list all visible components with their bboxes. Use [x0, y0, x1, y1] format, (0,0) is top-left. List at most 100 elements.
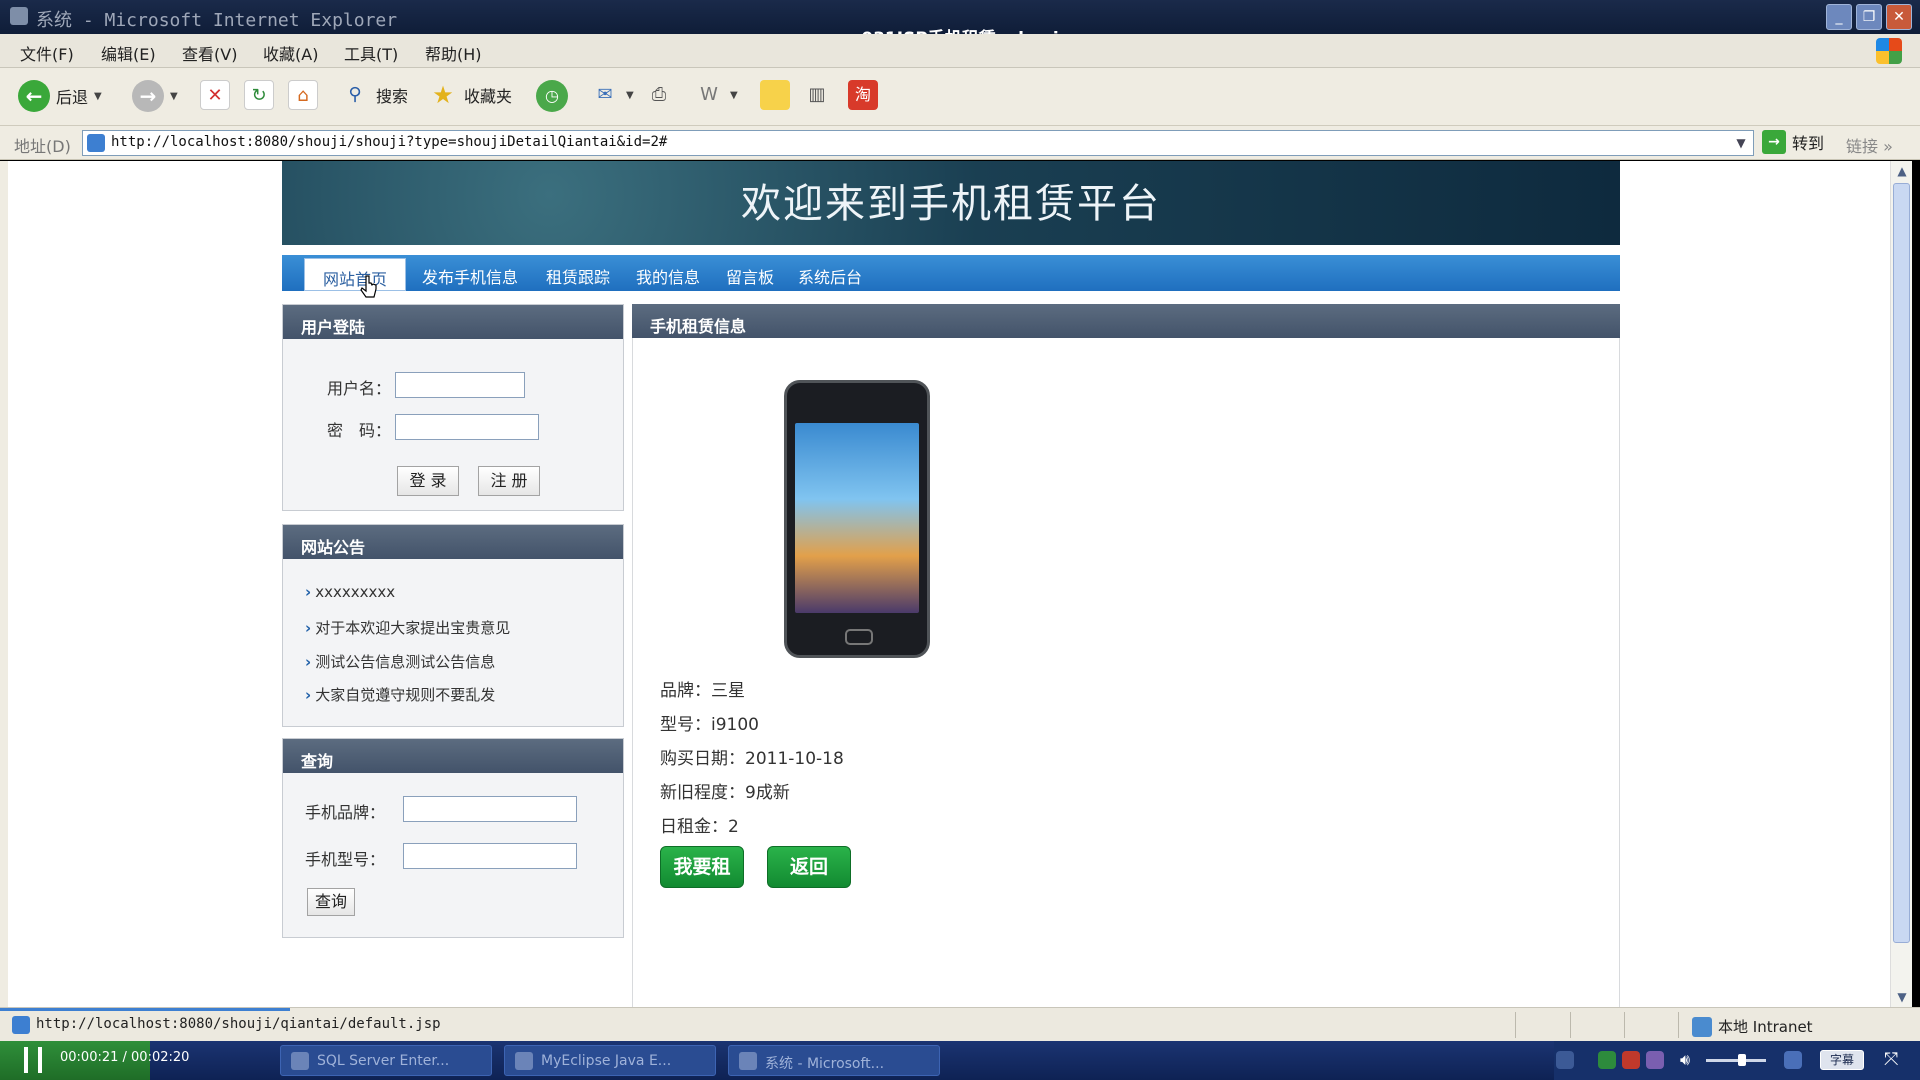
scroll-down-icon[interactable]: ▼ — [1891, 987, 1913, 1007]
detail-daily-rent: 日租金：2 — [660, 817, 739, 837]
notice-item[interactable]: › 测试公告信息测试公告信息 — [305, 651, 495, 672]
history-button[interactable]: ◷ — [536, 80, 568, 112]
mail-dropdown-icon[interactable]: ▼ — [626, 90, 634, 101]
tray-messenger-icon[interactable] — [1646, 1051, 1664, 1069]
scroll-up-icon[interactable]: ▲ — [1891, 161, 1913, 181]
query-title: 查询 — [283, 739, 623, 773]
nav-my-info[interactable]: 我的信息 — [636, 264, 700, 288]
nav-admin[interactable]: 系统后台 — [798, 264, 862, 288]
menu-tools[interactable]: 工具(T) — [344, 41, 398, 65]
notice-item[interactable]: › xxxxxxxxx — [305, 583, 395, 601]
go-label: 转到 — [1792, 134, 1825, 153]
model-input[interactable] — [403, 843, 577, 869]
volume-slider-knob[interactable] — [1738, 1054, 1746, 1066]
menu-edit[interactable]: 编辑(E) — [101, 41, 156, 65]
content-divider — [632, 304, 633, 1007]
login-title: 用户登陆 — [283, 305, 623, 339]
notice-text[interactable]: xxxxxxxxx — [315, 583, 395, 601]
volume-icon[interactable]: 🔊︎ — [1680, 1050, 1690, 1070]
detail-purchase-date: 购买日期：2011-10-18 — [660, 749, 844, 769]
username-label: 用户名： — [327, 379, 392, 398]
notice-item[interactable]: › 对于本欢迎大家提出宝贵意见 — [305, 617, 510, 638]
password-input[interactable] — [395, 414, 539, 440]
close-button[interactable]: ✕ — [1886, 4, 1912, 30]
query-button[interactable]: 查询 — [307, 888, 355, 916]
go-arrow-icon: → — [1762, 130, 1786, 154]
maximize-button[interactable]: ❐ — [1856, 4, 1882, 30]
fullscreen-icon[interactable]: ⤧ — [1884, 1049, 1898, 1070]
menu-help[interactable]: 帮助(H) — [425, 41, 482, 65]
menu-file[interactable]: 文件(F) — [20, 41, 74, 65]
minimize-button[interactable]: _ — [1826, 4, 1852, 30]
home-icon: ⌂ — [288, 80, 318, 110]
notice-panel: 网站公告 › xxxxxxxxx › 对于本欢迎大家提出宝贵意见 › 测试公告信息测试… — [282, 524, 624, 727]
nav-message-board[interactable]: 留言板 — [726, 264, 774, 288]
tray-app-icon[interactable] — [1556, 1051, 1574, 1069]
notice-text[interactable]: 大家自觉遵守规则不要乱发 — [315, 686, 495, 704]
notice-text[interactable]: 测试公告信息测试公告信息 — [315, 653, 495, 671]
zone-label: 本地 Intranet — [1718, 1018, 1813, 1036]
scroll-thumb[interactable] — [1893, 183, 1910, 943]
search-icon: ⚲ — [348, 84, 362, 105]
links-button[interactable]: 链接 » — [1846, 133, 1893, 157]
address-dropdown-icon[interactable]: ▼ — [1731, 133, 1751, 153]
forward-button[interactable]: → ▼ — [132, 80, 178, 112]
volume-slider[interactable] — [1706, 1059, 1766, 1062]
phone-home-button — [845, 629, 873, 645]
phone-screen — [795, 423, 919, 613]
status-page-icon — [12, 1016, 30, 1034]
stop-button[interactable]: ✕ — [200, 80, 230, 110]
detail-condition: 新旧程度：9成新 — [660, 783, 790, 803]
go-button[interactable]: → 转到 — [1762, 130, 1824, 154]
brand-input[interactable] — [403, 796, 577, 822]
chevron-right-icon: › — [305, 619, 312, 637]
tray-security-icon[interactable] — [1622, 1051, 1640, 1069]
discuss-button[interactable] — [760, 80, 790, 110]
favorites-star-icon: ★ — [432, 81, 454, 109]
edit-dropdown-icon[interactable]: ▼ — [730, 90, 738, 101]
page-viewport: 欢迎来到手机租赁平台 网站首页 发布手机信息 租赁跟踪 我的信息 留言板 系统后… — [8, 161, 1890, 1007]
login-button[interactable]: 登 录 — [397, 466, 459, 496]
nav-rental-tracking[interactable]: 租赁跟踪 — [546, 264, 610, 288]
home-button[interactable]: ⌂ — [288, 80, 318, 110]
menu-view[interactable]: 查看(V) — [182, 41, 237, 65]
pause-icon[interactable] — [24, 1047, 42, 1073]
research-button[interactable]: ▥ — [802, 80, 832, 110]
back-dropdown-icon[interactable]: ▼ — [94, 91, 102, 102]
return-button[interactable]: 返回 — [767, 846, 851, 888]
favorites-button[interactable]: ★ 收藏夹 — [428, 80, 512, 110]
taskbar-item-ie[interactable]: 系统 - Microsoft... — [728, 1045, 940, 1076]
refresh-button[interactable]: ↻ — [244, 80, 274, 110]
address-url[interactable]: http://localhost:8080/shouji/shouji?type… — [111, 134, 667, 150]
detail-brand: 品牌：三星 — [660, 681, 745, 701]
back-label: 后退 — [56, 88, 89, 107]
register-button[interactable]: 注 册 — [478, 466, 540, 496]
nav-publish-phone[interactable]: 发布手机信息 — [422, 264, 518, 288]
tray-display-icon[interactable] — [1784, 1051, 1802, 1069]
search-button[interactable]: ⚲ 搜索 — [340, 80, 408, 110]
nav-home[interactable]: 网站首页 — [304, 258, 407, 291]
edit-button[interactable]: W ▼ — [694, 80, 738, 110]
notice-text[interactable]: 对于本欢迎大家提出宝贵意见 — [315, 619, 510, 637]
taskbar-item-label: 系统 - Microsoft... — [765, 1056, 885, 1072]
username-input[interactable] — [395, 372, 525, 398]
chevron-right-icon: › — [305, 653, 312, 671]
vertical-scrollbar[interactable]: ▲ ▼ — [1890, 161, 1912, 1007]
forward-dropdown-icon[interactable]: ▼ — [170, 91, 178, 102]
back-button[interactable]: ← 后退 ▼ — [18, 80, 102, 112]
status-divider — [1570, 1012, 1571, 1038]
menu-favorites[interactable]: 收藏(A) — [263, 41, 318, 65]
print-button[interactable]: ⎙ — [644, 80, 674, 110]
subtitle-button[interactable]: 字幕 — [1820, 1050, 1864, 1070]
notice-item[interactable]: › 大家自觉遵守规则不要乱发 — [305, 684, 495, 705]
detail-title: 手机租赁信息 — [632, 304, 1620, 338]
rent-button[interactable]: 我要租 — [660, 846, 744, 888]
address-input[interactable]: http://localhost:8080/shouji/shouji?type… — [82, 130, 1754, 156]
mail-button[interactable]: ✉ ▼ — [590, 80, 634, 110]
taskbar-item-sqlserver[interactable]: SQL Server Enter... — [280, 1045, 492, 1076]
toolbar: ← 后退 ▼ → ▼ ✕ ↻ ⌂ ⚲ 搜索 ★ 收藏夹 ◷ ✉ ▼ ⎙ W ▼ … — [0, 68, 1920, 126]
tray-network-icon[interactable] — [1598, 1051, 1616, 1069]
addon-button[interactable]: 淘 — [848, 80, 878, 110]
taskbar-item-myeclipse[interactable]: MyEclipse Java E... — [504, 1045, 716, 1076]
mouse-cursor-icon — [360, 275, 377, 298]
